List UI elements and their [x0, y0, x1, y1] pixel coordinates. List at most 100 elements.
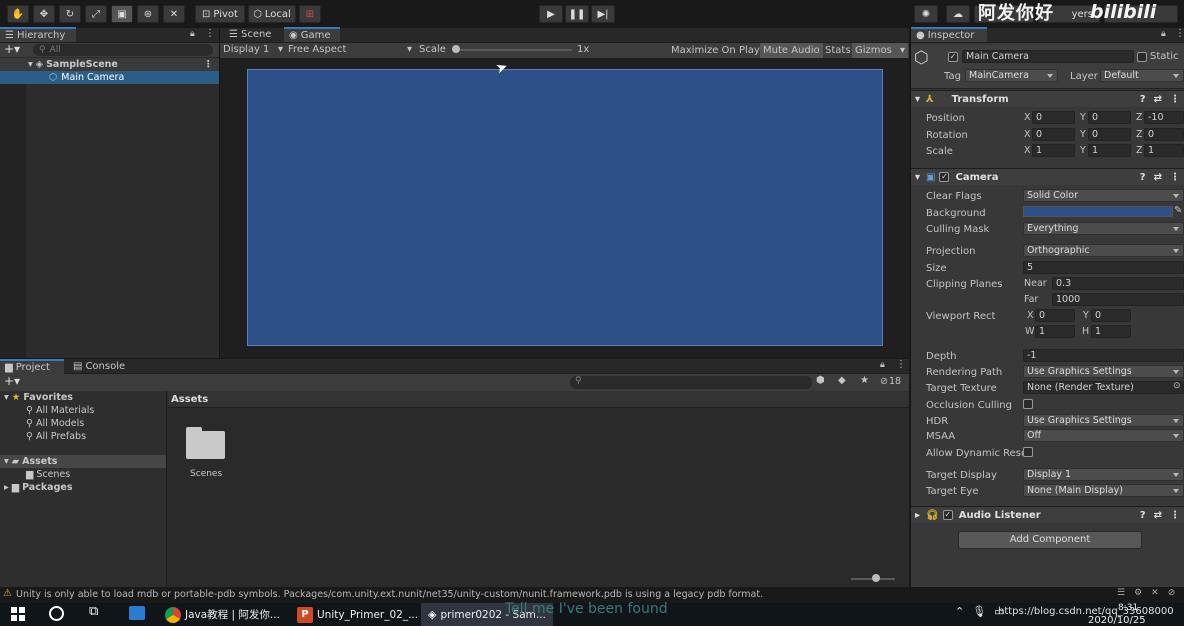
- help-icon[interactable]: ?: [1140, 510, 1146, 521]
- scene-row[interactable]: ▾ ◈ SampleScene ⋮: [0, 58, 219, 71]
- help-icon[interactable]: ?: [1140, 172, 1146, 183]
- rotation-y[interactable]: 0: [1088, 128, 1131, 141]
- tree-all-models[interactable]: ⚲ All Models: [26, 418, 84, 429]
- tree-favorites[interactable]: ▾ ★ Favorites: [4, 392, 73, 403]
- pivot-toggle[interactable]: ⊡ Pivot: [195, 5, 245, 23]
- assets-breadcrumb[interactable]: Assets: [171, 394, 208, 405]
- local-toggle[interactable]: ⬡ Local: [248, 5, 296, 23]
- hdr-dropdown[interactable]: Use Graphics Settings: [1023, 414, 1184, 427]
- rotate-tool-button[interactable]: ↻: [59, 5, 81, 23]
- active-checkbox[interactable]: ✓: [948, 51, 958, 62]
- tab-inspector[interactable]: ● Inspector: [911, 27, 987, 42]
- tab-console[interactable]: ▤ Console: [68, 359, 130, 374]
- help-icon[interactable]: ?: [1140, 94, 1146, 105]
- target-display-dropdown[interactable]: Display 1: [1023, 468, 1184, 481]
- viewport-y[interactable]: 0: [1091, 309, 1131, 322]
- msaa-dropdown[interactable]: Off: [1023, 429, 1184, 442]
- taskbar-chrome[interactable]: Java教程 | 阿发你...: [165, 603, 280, 626]
- culling-mask-dropdown[interactable]: Everything: [1023, 222, 1184, 235]
- far-field[interactable]: 1000: [1052, 293, 1184, 306]
- preset-icon[interactable]: ⇄: [1154, 172, 1162, 183]
- maximize-on-play-toggle[interactable]: Maximize On Play: [668, 43, 763, 58]
- filter-label-icon[interactable]: ◆: [838, 375, 846, 386]
- mute-audio-toggle[interactable]: Mute Audio: [760, 43, 823, 58]
- eyedropper-icon[interactable]: ✎: [1174, 205, 1182, 216]
- rotation-x[interactable]: 0: [1032, 128, 1075, 141]
- step-button[interactable]: ▶|: [591, 5, 615, 23]
- gizmos-dropdown[interactable]: Gizmos ▾: [852, 43, 908, 58]
- scenes-folder-icon[interactable]: [186, 427, 225, 459]
- create-asset-button[interactable]: +▾: [4, 374, 20, 388]
- custom-tool-button[interactable]: ✕: [163, 5, 185, 23]
- background-color-swatch[interactable]: [1023, 206, 1173, 217]
- mail-app-icon[interactable]: [129, 606, 145, 620]
- zoom-slider-thumb[interactable]: [872, 574, 880, 582]
- panel-menu-icon[interactable]: ⋮: [1175, 28, 1184, 39]
- scale-z[interactable]: 1: [1144, 144, 1184, 157]
- cloud-button[interactable]: ☁: [946, 5, 970, 23]
- tree-assets[interactable]: ▾ ▰ Assets: [0, 455, 166, 468]
- favorite-star-icon[interactable]: ★: [860, 375, 869, 386]
- cortana-icon[interactable]: [49, 606, 64, 621]
- tab-game[interactable]: ◉ Game: [284, 27, 340, 42]
- occlusion-culling-checkbox[interactable]: [1023, 399, 1033, 412]
- windows-start-button[interactable]: [11, 607, 25, 621]
- lock-icon[interactable]: 🔒︎: [880, 360, 885, 370]
- near-field[interactable]: 0.3: [1052, 277, 1184, 290]
- filter-type-icon[interactable]: ⬢: [816, 375, 825, 386]
- hierarchy-item-main-camera[interactable]: ⬡ Main Camera: [0, 71, 219, 84]
- microphone-icon[interactable]: 🎙︎: [972, 605, 986, 618]
- task-view-icon[interactable]: ⧉: [89, 604, 98, 619]
- taskbar-powerpoint[interactable]: P Unity_Primer_02_...: [297, 603, 418, 626]
- object-name-field[interactable]: Main Camera: [962, 50, 1134, 63]
- layer-dropdown[interactable]: Default: [1100, 69, 1184, 82]
- component-menu-icon[interactable]: ⋮: [1170, 510, 1180, 521]
- panel-menu-icon[interactable]: ⋮: [205, 28, 215, 39]
- grid-snap-button[interactable]: ⊞: [299, 5, 321, 23]
- preset-icon[interactable]: ⇄: [1154, 94, 1162, 105]
- tab-scene[interactable]: ☰ Scene: [224, 27, 276, 42]
- depth-field[interactable]: -1: [1023, 349, 1184, 362]
- scale-x[interactable]: 1: [1032, 144, 1075, 157]
- viewport-x[interactable]: 0: [1035, 309, 1075, 322]
- audio-listener-header[interactable]: ▸ 🎧︎ ✓ Audio Listener ? ⇄ ⋮: [911, 506, 1184, 523]
- target-eye-dropdown[interactable]: None (Main Display): [1023, 484, 1184, 497]
- collab-button[interactable]: ✺: [914, 5, 938, 23]
- projection-dropdown[interactable]: Orthographic: [1023, 244, 1184, 257]
- target-texture-field[interactable]: None (Render Texture): [1023, 381, 1184, 394]
- project-search[interactable]: ⚲: [570, 376, 812, 389]
- move-tool-button[interactable]: ✥: [33, 5, 55, 23]
- component-menu-icon[interactable]: ⋮: [1170, 94, 1180, 105]
- tab-hierarchy[interactable]: ☰ Hierarchy: [0, 27, 76, 42]
- static-checkbox[interactable]: Static: [1137, 51, 1179, 62]
- tree-all-prefabs[interactable]: ⚲ All Prefabs: [26, 431, 86, 442]
- scale-slider-thumb[interactable]: [452, 45, 460, 53]
- object-picker-icon[interactable]: ⊙: [1173, 381, 1181, 391]
- hidden-packages-toggle[interactable]: ⊘ 18: [880, 376, 901, 387]
- rotation-z[interactable]: 0: [1144, 128, 1184, 141]
- scene-menu-icon[interactable]: ⋮: [204, 59, 214, 70]
- display-dropdown[interactable]: Display 1 ▾: [223, 44, 283, 55]
- lock-icon[interactable]: 🔒︎: [1161, 29, 1166, 39]
- clear-flags-dropdown[interactable]: Solid Color: [1023, 189, 1184, 202]
- tab-project[interactable]: ▆ Project: [0, 359, 64, 374]
- scale-y[interactable]: 1: [1088, 144, 1131, 157]
- stats-toggle[interactable]: Stats: [822, 43, 854, 58]
- preset-icon[interactable]: ⇄: [1154, 510, 1162, 521]
- transform-tool-button[interactable]: ⊛: [137, 5, 159, 23]
- viewport-h[interactable]: 1: [1091, 325, 1131, 338]
- hand-tool-button[interactable]: ✋: [7, 5, 29, 23]
- scale-slider-track[interactable]: [454, 49, 572, 51]
- camera-enabled-checkbox[interactable]: ✓: [939, 172, 950, 182]
- viewport-w[interactable]: 1: [1035, 325, 1075, 338]
- dynamic-resolution-checkbox[interactable]: [1023, 447, 1033, 460]
- position-x[interactable]: 0: [1032, 111, 1075, 124]
- scenes-folder-label[interactable]: Scenes: [190, 469, 222, 479]
- taskbar-date[interactable]: 2020/10/25: [1088, 615, 1146, 626]
- camera-header[interactable]: ▾ ▣ ✓ Camera ? ⇄ ⋮: [911, 168, 1184, 185]
- rendering-path-dropdown[interactable]: Use Graphics Settings: [1023, 365, 1184, 378]
- rect-tool-button[interactable]: ▣: [111, 5, 133, 23]
- tree-all-materials[interactable]: ⚲ All Materials: [26, 405, 94, 416]
- pause-button[interactable]: ❚❚: [565, 5, 589, 23]
- add-object-button[interactable]: +▾: [4, 42, 20, 56]
